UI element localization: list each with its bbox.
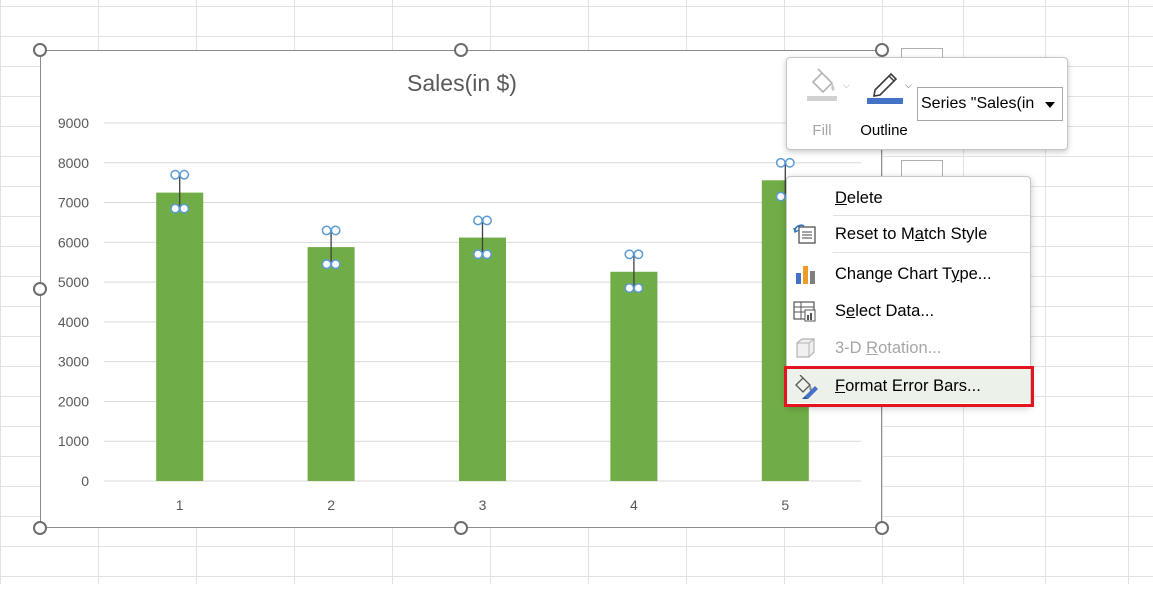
menu-item-change-chart-type[interactable]: Change Chart Type...: [787, 257, 1030, 291]
resize-handle-bottom[interactable]: [454, 521, 468, 535]
series-selector-dropdown[interactable]: Series "Sales(in: [917, 87, 1063, 121]
error-bar-selection-handle[interactable]: [624, 249, 635, 260]
menu-separator: [833, 215, 1030, 216]
chart-bar[interactable]: [610, 271, 658, 481]
chart-area[interactable]: Sales(in $) 0 1000 2000 3000 4000 5000 6000 7000…: [40, 50, 882, 528]
y-tick-label: 0: [81, 473, 89, 489]
y-tick-label: 4000: [58, 314, 89, 330]
error-bar-selection-handle[interactable]: [330, 259, 341, 270]
outline-button[interactable]: ⌵ Outline: [853, 64, 915, 144]
resize-handle-left[interactable]: [33, 282, 47, 296]
annotation-highlight-box: [784, 366, 1034, 407]
x-tick-label: 1: [176, 497, 184, 513]
error-bar-selection-handle[interactable]: [775, 157, 786, 168]
error-bar-selection-handle[interactable]: [482, 249, 492, 260]
chart-bar[interactable]: [307, 247, 355, 481]
resize-handle-top-right[interactable]: [875, 43, 889, 57]
menu-item-label: Change Chart Type...: [835, 265, 992, 283]
x-tick-label: 5: [781, 497, 789, 513]
error-bar-selection-handle[interactable]: [170, 203, 181, 214]
chart-bar[interactable]: [459, 237, 506, 481]
menu-item-3d-rotation[interactable]: 3-D Rotation...: [787, 331, 1030, 365]
y-tick-label: 8000: [58, 155, 89, 171]
y-tick-label: 6000: [58, 234, 89, 250]
error-bar-selection-handle[interactable]: [473, 215, 483, 226]
chart-type-icon: [793, 263, 817, 285]
resize-handle-top-left[interactable]: [33, 43, 47, 57]
menu-item-label: Reset to Match Style: [835, 225, 988, 243]
menu-item-label: Delete: [835, 189, 883, 207]
chart-bar[interactable]: [156, 192, 204, 481]
outline-label: Outline: [860, 122, 908, 139]
resize-handle-top[interactable]: [454, 43, 468, 57]
error-bar-selection-handle[interactable]: [321, 225, 332, 236]
error-bar-selection-handle[interactable]: [330, 225, 341, 236]
error-bar-selection-handle[interactable]: [179, 169, 190, 180]
menu-item-label: 3-D Rotation...: [835, 339, 942, 357]
series-selector-value: Series "Sales(in: [921, 95, 1035, 112]
menu-separator: [833, 252, 1030, 253]
error-bar-selection-handle[interactable]: [775, 191, 786, 202]
reset-style-icon: [793, 223, 817, 245]
error-bar-selection-handle[interactable]: [170, 169, 181, 180]
x-tick-label: 4: [630, 497, 638, 513]
fill-button[interactable]: ⌵ Fill: [791, 64, 853, 144]
chevron-down-icon: ⌵: [843, 80, 850, 90]
resize-handle-bottom-right[interactable]: [875, 521, 889, 535]
y-tick-label: 7000: [58, 195, 89, 211]
chart-plot: Sales(in $) 0 1000 2000 3000 4000 5000 6000 7000…: [58, 70, 861, 513]
y-tick-label: 3000: [58, 354, 89, 370]
pen-outline-icon: [867, 68, 905, 109]
error-bar-selection-handle[interactable]: [624, 283, 635, 294]
y-tick-label: 9000: [58, 115, 89, 131]
error-bar-selection-handle[interactable]: [633, 283, 644, 294]
y-tick-label: 2000: [58, 393, 89, 409]
error-bar-selection-handle[interactable]: [784, 157, 795, 168]
error-bar-selection-handle[interactable]: [633, 249, 644, 260]
y-tick-label: 1000: [58, 433, 89, 449]
x-tick-label: 2: [327, 497, 335, 513]
error-bar-selection-handle[interactable]: [179, 203, 190, 214]
menu-item-select-data[interactable]: Select Data...: [787, 294, 1030, 328]
3d-rotation-icon: [793, 337, 817, 359]
error-bar-selection-handle[interactable]: [321, 259, 332, 270]
dropdown-arrow-icon: [1045, 102, 1055, 108]
chevron-down-icon: ⌵: [905, 80, 912, 90]
menu-item-label: Select Data...: [835, 302, 935, 320]
x-tick-label: 3: [479, 497, 487, 513]
fill-label: Fill: [812, 122, 832, 139]
y-tick-label: 5000: [58, 274, 89, 290]
error-bar-selection-handle[interactable]: [473, 249, 483, 260]
error-bar-selection-handle[interactable]: [482, 215, 492, 226]
format-mini-toolbar: ⌵ Fill ⌵ Outline Series "Sales(in: [786, 57, 1068, 150]
chart-title[interactable]: Sales(in $): [407, 70, 517, 96]
menu-item-delete[interactable]: Delete: [787, 181, 1030, 215]
resize-handle-bottom-left[interactable]: [33, 521, 47, 535]
menu-item-reset-to-match-style[interactable]: Reset to Match Style: [787, 217, 1030, 251]
select-data-icon: [793, 300, 817, 322]
paint-bucket-icon: [805, 68, 839, 107]
